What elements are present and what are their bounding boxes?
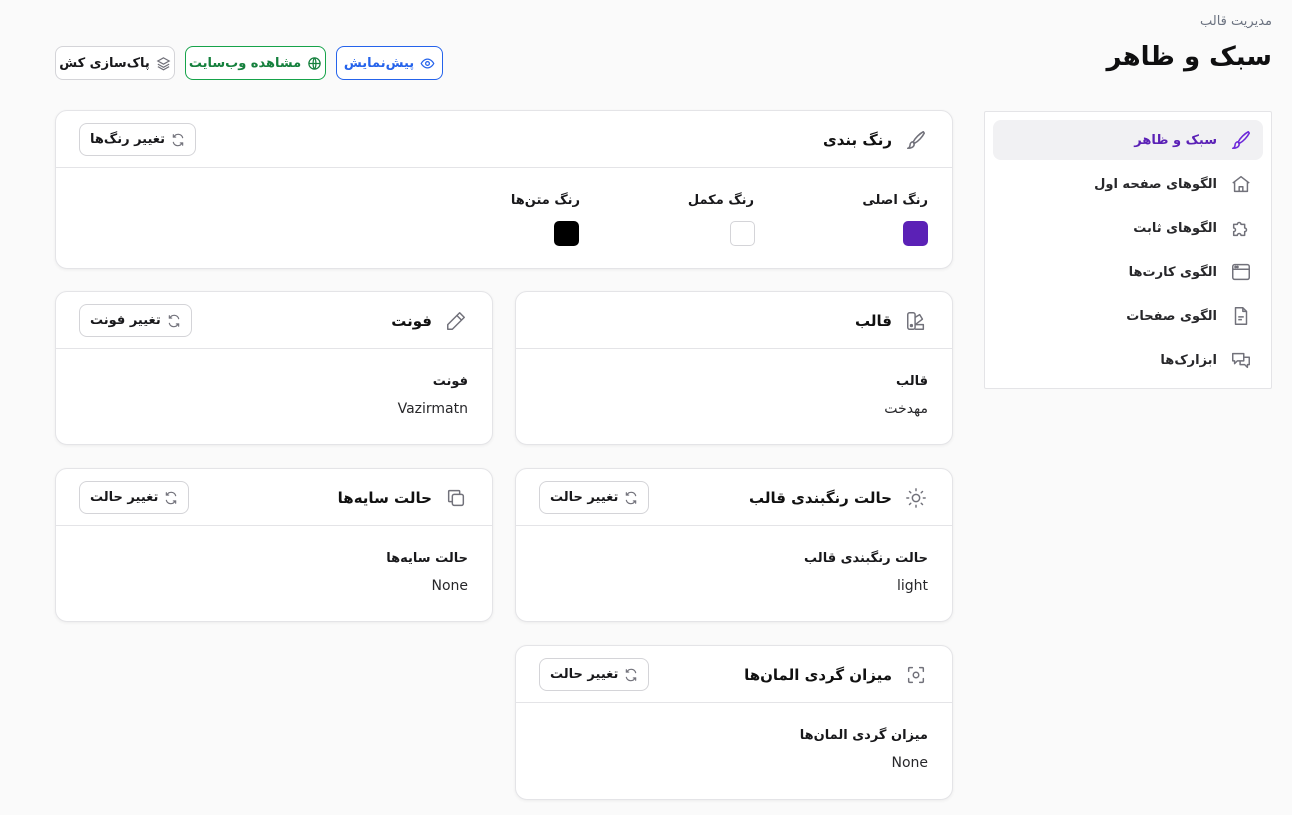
- text-color-label: رنگ متن‌ها: [510, 193, 580, 208]
- document-icon: [1229, 304, 1253, 328]
- eye-icon: [420, 56, 435, 71]
- font-field-value: Vazirmatn: [397, 401, 468, 417]
- change-shadow-mode-button-label: تغییر حالت: [90, 490, 159, 505]
- font-card-header: فونت تغییر فونت: [56, 292, 492, 349]
- radius-field-label: میزان گردی المان‌ها: [799, 728, 928, 743]
- change-color-mode-button-label: تغییر حالت: [550, 490, 619, 505]
- change-colors-button[interactable]: تغییر رنگ‌ها: [79, 123, 197, 156]
- radius-field-value: None: [891, 755, 928, 771]
- change-radius-button[interactable]: تغییر حالت: [539, 658, 650, 691]
- radius-card-title: میزان گردی المان‌ها: [744, 665, 892, 684]
- primary-color-label: رنگ اصلی: [862, 193, 928, 208]
- refresh-icon: [167, 314, 181, 328]
- view-website-button[interactable]: مشاهده وب‌سایت: [185, 46, 326, 80]
- sun-icon: [904, 486, 928, 510]
- sidebar-item-label: الگوهای صفحه اول: [1094, 176, 1217, 192]
- copy-squares-icon: [444, 486, 468, 510]
- breadcrumb[interactable]: مدیریت قالب: [1200, 14, 1272, 29]
- change-font-button[interactable]: تغییر فونت: [79, 304, 192, 337]
- change-radius-button-label: تغییر حالت: [550, 667, 619, 682]
- refresh-icon: [171, 133, 185, 147]
- brush-icon: [1229, 128, 1253, 152]
- page-title: سبک و ظاهر: [1106, 42, 1272, 72]
- font-card: فونت تغییر فونت فونت Vazirmatn: [55, 291, 493, 445]
- primary-color-swatch[interactable]: [903, 221, 928, 246]
- sidebar-item-homepage-templates[interactable]: الگوهای صفحه اول: [993, 164, 1263, 204]
- template-card-header: قالب: [516, 292, 952, 349]
- sidebar-item-label: الگوهای ثابت: [1133, 220, 1217, 236]
- sidebar-item-card-templates[interactable]: الگوی کارت‌ها: [993, 252, 1263, 292]
- template-card-title: قالب: [855, 311, 892, 330]
- focus-frame-icon: [904, 663, 928, 687]
- sidebar-item-static-templates[interactable]: الگوهای ثابت: [993, 208, 1263, 248]
- color-mode-card-title: حالت رنگبندی قالب: [748, 488, 892, 507]
- refresh-icon: [164, 491, 178, 505]
- brush-icon: [904, 128, 928, 152]
- sidebar-item-style[interactable]: سبک و ظاهر: [993, 120, 1263, 160]
- sidebar-item-label: الگوی صفحات: [1126, 308, 1217, 324]
- pencil-icon: [444, 309, 468, 333]
- sidebar-item-label: سبک و ظاهر: [1134, 132, 1217, 148]
- template-card: قالب قالب مهدخت: [515, 291, 953, 445]
- change-font-button-label: تغییر فونت: [90, 313, 161, 328]
- colors-card-title: رنگ بندی: [822, 130, 892, 149]
- color-mode-card: حالت رنگبندی قالب تغییر حالت حالت رنگبند…: [515, 468, 953, 622]
- sidebar-item-widgets[interactable]: ابزارک‌ها: [993, 340, 1263, 380]
- preview-button-label: پیش‌نمایش: [343, 55, 415, 71]
- globe-icon: [307, 56, 322, 71]
- colors-card-header: رنگ بندی تغییر رنگ‌ها: [56, 111, 952, 168]
- change-shadow-mode-button[interactable]: تغییر حالت: [79, 481, 190, 514]
- change-color-mode-button[interactable]: تغییر حالت: [539, 481, 650, 514]
- purge-cache-button[interactable]: پاک‌سازی کش: [55, 46, 175, 80]
- color-mode-field-value: light: [896, 578, 928, 594]
- preview-button[interactable]: پیش‌نمایش: [336, 46, 443, 80]
- colors-card: رنگ بندی تغییر رنگ‌ها رنگ اصلی رنگ مکمل …: [55, 110, 953, 269]
- sidebar: سبک و ظاهر الگوهای صفحه اول الگوهای ثابت…: [984, 111, 1272, 389]
- sidebar-item-label: الگوی کارت‌ها: [1128, 264, 1217, 280]
- sidebar-item-page-templates[interactable]: الگوی صفحات: [993, 296, 1263, 336]
- layers-icon: [156, 56, 171, 71]
- radius-card-header: میزان گردی المان‌ها تغییر حالت: [516, 646, 952, 703]
- sidebar-item-label: ابزارک‌ها: [1160, 352, 1217, 368]
- template-field-value: مهدخت: [884, 401, 928, 417]
- browser-window-icon: [1229, 260, 1253, 284]
- change-colors-button-label: تغییر رنگ‌ها: [90, 132, 166, 147]
- secondary-color-label: رنگ مکمل: [687, 193, 754, 208]
- shadow-card-header: حالت سایه‌ها تغییر حالت: [56, 469, 492, 526]
- chat-bubbles-icon: [1229, 348, 1253, 372]
- color-mode-card-header: حالت رنگبندی قالب تغییر حالت: [516, 469, 952, 526]
- font-card-title: فونت: [391, 311, 432, 330]
- puzzle-icon: [1229, 216, 1253, 240]
- view-website-button-label: مشاهده وب‌سایت: [188, 55, 302, 71]
- shadow-field-value: None: [431, 578, 468, 594]
- purge-cache-button-label: پاک‌سازی کش: [59, 55, 150, 71]
- palette-swatch-icon: [904, 309, 928, 333]
- color-mode-field-label: حالت رنگبندی قالب: [804, 551, 928, 566]
- shadow-card-title: حالت سایه‌ها: [337, 488, 432, 507]
- secondary-color-swatch[interactable]: [730, 221, 755, 246]
- template-field-label: قالب: [895, 374, 928, 389]
- font-field-label: فونت: [432, 374, 468, 389]
- refresh-icon: [624, 668, 638, 682]
- shadow-field-label: حالت سایه‌ها: [386, 551, 468, 566]
- home-icon: [1229, 172, 1253, 196]
- text-color-swatch[interactable]: [554, 221, 579, 246]
- refresh-icon: [624, 491, 638, 505]
- radius-card: میزان گردی المان‌ها تغییر حالت میزان گرد…: [515, 645, 953, 800]
- shadow-card: حالت سایه‌ها تغییر حالت حالت سایه‌ها Non…: [55, 468, 493, 622]
